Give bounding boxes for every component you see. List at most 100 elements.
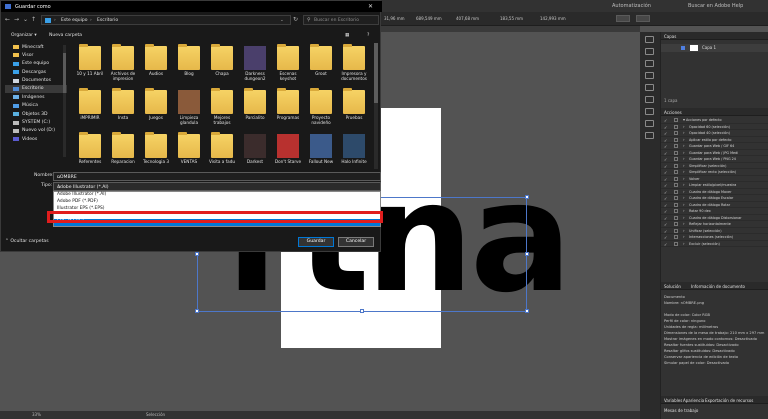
expand-icon[interactable]: ›: [683, 234, 685, 239]
stroke-icon[interactable]: [645, 108, 654, 115]
ctrl-value-3[interactable]: 407,68 mm: [456, 16, 479, 21]
address-bar[interactable]: › Este equipo › Escritorio ⌄: [41, 15, 291, 25]
file-item[interactable]: Parcialito: [238, 87, 272, 129]
refresh-icon[interactable]: ↻: [293, 16, 298, 23]
ctrl-field[interactable]: [636, 15, 650, 22]
file-item[interactable]: Mejores trabajos: [205, 87, 239, 129]
tab-capas[interactable]: Capas: [664, 34, 676, 39]
expand-icon[interactable]: ›: [683, 241, 685, 246]
zoom-level[interactable]: 33%: [32, 412, 41, 417]
ctrl-value-4[interactable]: 183,55 mm: [500, 16, 523, 21]
file-item[interactable]: Tecnologia 3: [139, 131, 173, 173]
file-item[interactable]: Don't Starve: [271, 131, 305, 173]
dialog-toggle-icon[interactable]: [674, 131, 678, 135]
search-input[interactable]: ⚲ Buscar en Escritorio: [303, 15, 379, 25]
file-item[interactable]: Blog: [172, 43, 206, 85]
dialog-toggle-icon[interactable]: [674, 157, 678, 161]
check-icon[interactable]: ✓: [664, 183, 667, 188]
file-item[interactable]: Juegos: [139, 87, 173, 129]
help-icon[interactable]: ?: [367, 33, 369, 38]
expand-icon[interactable]: ›: [683, 137, 685, 142]
expand-icon[interactable]: ›: [683, 228, 685, 233]
sidebar-item[interactable]: Imágenes: [5, 93, 67, 101]
filetype-option[interactable]: Adobe PDF (*.PDF): [54, 199, 380, 206]
tab-variables[interactable]: Variables: [664, 398, 682, 403]
expand-icon[interactable]: ›: [683, 189, 685, 194]
forward-icon[interactable]: →: [14, 16, 19, 23]
dialog-toggle-icon[interactable]: [674, 137, 678, 142]
check-icon[interactable]: ✓: [664, 177, 667, 182]
check-icon[interactable]: ✓: [664, 157, 667, 162]
symbols-icon[interactable]: [645, 84, 654, 91]
organize-button[interactable]: Organizar ▾: [11, 33, 37, 38]
ctrl-value-5[interactable]: 142,993 mm: [540, 16, 566, 21]
back-icon[interactable]: ←: [5, 16, 10, 23]
check-icon[interactable]: ✓: [664, 242, 667, 247]
expand-icon[interactable]: ›: [683, 124, 685, 129]
expand-icon[interactable]: ›: [683, 169, 685, 174]
sidebar-item[interactable]: Este equipo: [5, 60, 67, 68]
dialog-toggle-icon[interactable]: [674, 118, 678, 122]
workspace-label[interactable]: Automatización: [612, 3, 651, 9]
expand-icon[interactable]: ›: [683, 221, 685, 226]
sidebar-item[interactable]: Objetos 3D: [5, 110, 67, 118]
sidebar-item[interactable]: Nuevo vol (D:): [5, 127, 67, 135]
ctrl-value-1[interactable]: 31,96 mm: [384, 16, 405, 21]
dialog-toggle-icon[interactable]: [674, 150, 678, 155]
file-item[interactable]: Groot: [304, 43, 338, 85]
dialog-toggle-icon[interactable]: [674, 228, 678, 233]
tab-acciones[interactable]: Acciones: [664, 110, 682, 115]
file-item[interactable]: Insta: [106, 87, 140, 129]
action-row[interactable]: ✓ › Excluir (selección): [661, 241, 768, 247]
check-icon[interactable]: ✓: [664, 170, 667, 175]
check-icon[interactable]: ✓: [664, 216, 667, 221]
dialog-toggle-icon[interactable]: [674, 163, 678, 168]
sidebar-item[interactable]: Escritorio: [5, 84, 67, 94]
help-search[interactable]: Buscar en Adobe Help: [688, 3, 743, 9]
file-item[interactable]: Programas: [271, 87, 305, 129]
ctrl-field[interactable]: [616, 15, 630, 22]
filename-field[interactable]: nOMBRE ⌄: [53, 172, 381, 181]
tab-doc-info[interactable]: Información de documento: [691, 284, 745, 289]
navigation-scrollbar[interactable]: [63, 45, 66, 157]
ctrl-value-2[interactable]: 689,549 mm: [416, 16, 442, 21]
file-item[interactable]: Pruebas: [337, 87, 371, 129]
file-item[interactable]: Fallout New: [304, 131, 338, 173]
filetype-option[interactable]: Adobe Illustrator (*.AI): [54, 192, 380, 199]
dialog-toggle-icon[interactable]: [674, 215, 678, 220]
dialog-toggle-icon[interactable]: [674, 189, 678, 194]
selection-handle[interactable]: [360, 309, 364, 313]
expand-icon[interactable]: ›: [683, 150, 685, 155]
dialog-toggle-icon[interactable]: [674, 202, 678, 207]
sidebar-item[interactable]: Visor: [5, 51, 67, 59]
expand-icon[interactable]: ›: [683, 202, 685, 207]
selection-handle[interactable]: [525, 252, 529, 256]
check-icon[interactable]: ✓: [664, 190, 667, 195]
file-item[interactable]: Audios: [139, 43, 173, 85]
close-icon[interactable]: ✕: [368, 3, 373, 10]
sidebar-item[interactable]: Descargas: [5, 68, 67, 76]
file-item[interactable]: Archivos de impresion: [106, 43, 140, 85]
chevron-down-icon[interactable]: ⌄: [280, 18, 284, 23]
new-folder-button[interactable]: Nueva carpeta: [49, 33, 82, 38]
sidebar-item[interactable]: Videos: [5, 135, 67, 143]
dialog-toggle-icon[interactable]: [674, 196, 678, 200]
chevron-down-icon[interactable]: ⌄: [57, 175, 377, 180]
selection-handle[interactable]: [525, 309, 529, 313]
expand-icon[interactable]: ›: [683, 176, 685, 181]
check-icon[interactable]: ✓: [664, 196, 667, 201]
check-icon[interactable]: ✓: [664, 138, 667, 143]
expand-icon[interactable]: ›: [683, 163, 685, 168]
expand-icon[interactable]: ›: [683, 215, 685, 220]
dialog-toggle-icon[interactable]: [674, 183, 678, 187]
file-item[interactable]: Chapa: [205, 43, 239, 85]
file-item[interactable]: Reparacion: [106, 131, 140, 173]
check-icon[interactable]: ✓: [664, 118, 667, 123]
file-item[interactable]: Proyecto navideño: [304, 87, 338, 129]
selection-handle[interactable]: [195, 252, 199, 256]
check-icon[interactable]: ✓: [664, 131, 667, 136]
check-icon[interactable]: ✓: [664, 164, 667, 169]
selection-handle[interactable]: [195, 309, 199, 313]
check-icon[interactable]: ✓: [664, 229, 667, 234]
save-button[interactable]: Guardar: [298, 237, 334, 247]
